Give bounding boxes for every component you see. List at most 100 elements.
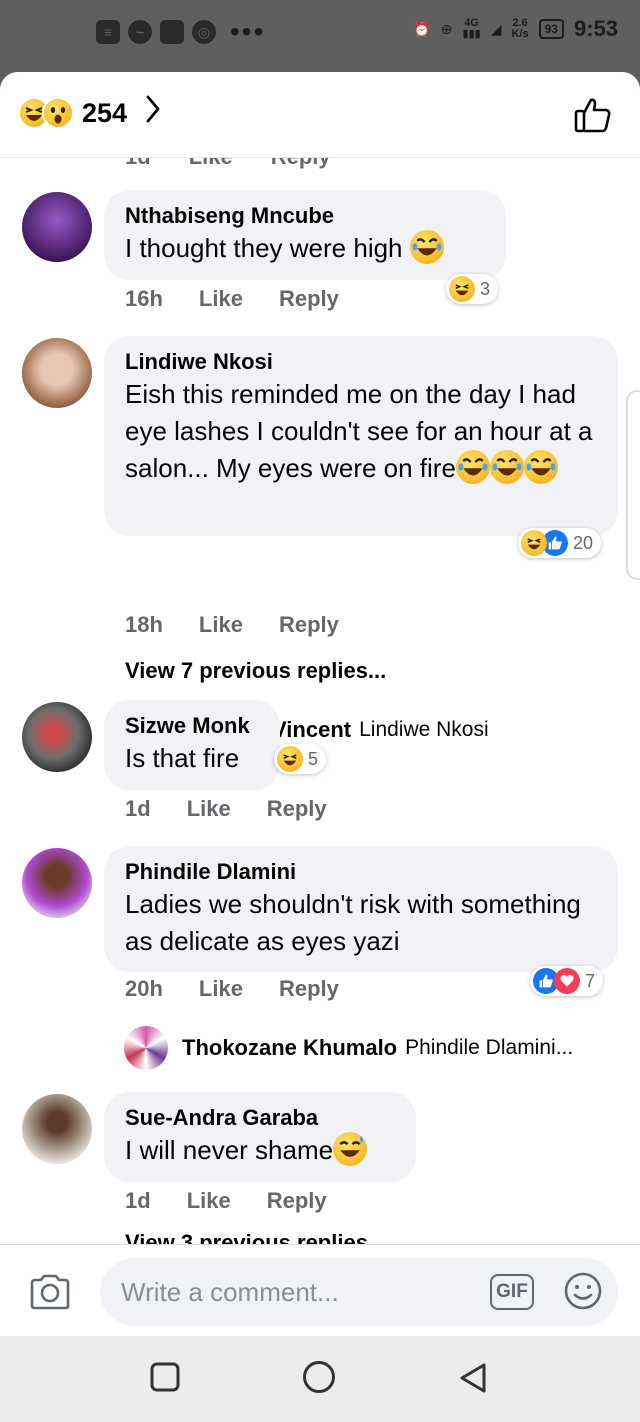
comment-bubble[interactable]: Nthabiseng Mncube I thought they were hi… bbox=[104, 190, 506, 280]
comment-bubble[interactable]: Sue-Andra Garaba I will never shame bbox=[104, 1092, 416, 1182]
thumbs-up-icon bbox=[574, 98, 611, 133]
comment-actions: 18h Like Reply bbox=[125, 612, 339, 638]
emoji-button[interactable] bbox=[563, 1271, 603, 1316]
reaction-badge-count: 20 bbox=[573, 532, 594, 553]
reply-button[interactable]: Reply bbox=[279, 612, 339, 638]
comment-bubble[interactable]: Sizwe Monk Is that fire bbox=[104, 700, 280, 790]
battery-level: 93 bbox=[538, 19, 564, 39]
back-triangle-icon bbox=[460, 1363, 486, 1393]
reply-button[interactable]: Reply bbox=[279, 976, 339, 1002]
like-post-button[interactable] bbox=[574, 96, 612, 139]
love-reaction-icon bbox=[554, 968, 580, 994]
smiley-icon bbox=[564, 1272, 602, 1310]
alarm-icon: ⏰ bbox=[413, 20, 431, 37]
avatar[interactable] bbox=[22, 702, 92, 772]
comment-author[interactable]: Phindile Dlamini bbox=[125, 858, 598, 886]
comment-bubble[interactable]: Phindile Dlamini Ladies we shouldn't ris… bbox=[104, 846, 618, 972]
circle-nav-icon bbox=[303, 1361, 335, 1393]
system-status: ⏰ ⊕ 4G ▮▮▮ ◢ 2.6 K/s 93 9:53 bbox=[413, 16, 618, 42]
comment-time: 1d bbox=[125, 1188, 151, 1213]
message-notification-icon: ≡ bbox=[96, 20, 120, 44]
comment-time: 18h bbox=[125, 612, 163, 637]
comment-text: I will never shame bbox=[125, 1132, 396, 1169]
latest-reply-preview[interactable]: Thokozane Khumalo Phindile Dlamini... bbox=[124, 1026, 573, 1070]
scroll-indicator[interactable] bbox=[626, 390, 640, 580]
status-bar: ≡ ~ ◎ ••• ⏰ ⊕ 4G ▮▮▮ ◢ 2.6 K/s 93 9:53 bbox=[0, 0, 640, 72]
comment-time: 16h bbox=[125, 286, 163, 311]
messenger-icon: ~ bbox=[128, 20, 152, 44]
view-previous-replies-link[interactable]: View 7 previous replies... bbox=[125, 658, 386, 684]
wifi-signal-icon: ◢ bbox=[490, 20, 502, 37]
reaction-badge[interactable]: 20 bbox=[518, 528, 602, 558]
like-button[interactable]: Like bbox=[187, 1188, 231, 1214]
like-button[interactable]: Like bbox=[199, 286, 243, 312]
comment-text: Eish this reminded me on the day I had e… bbox=[125, 376, 598, 487]
signal-strength: 4G ▮▮▮ bbox=[462, 17, 481, 40]
reaction-badge-count: 5 bbox=[308, 748, 319, 769]
reaction-count: 254 bbox=[82, 97, 128, 128]
reply-button[interactable]: Reply bbox=[267, 796, 327, 822]
android-navigation-bar bbox=[0, 1336, 640, 1422]
camera-icon bbox=[30, 1274, 70, 1310]
notification-icons: ≡ ~ ◎ ••• bbox=[96, 18, 265, 46]
tears-of-joy-emoji-icon bbox=[489, 450, 524, 484]
comment-actions: 20h Like Reply bbox=[125, 976, 339, 1002]
reaction-badge-count: 3 bbox=[480, 278, 491, 299]
reaction-badge[interactable]: 7 bbox=[530, 966, 604, 996]
laughing-emoji-icon bbox=[449, 276, 475, 302]
comment-input[interactable] bbox=[100, 1258, 618, 1326]
like-button[interactable]: Like bbox=[199, 612, 243, 638]
tears-of-joy-emoji-icon bbox=[523, 450, 558, 484]
avatar[interactable] bbox=[22, 848, 92, 918]
comment-text: I thought they were high bbox=[125, 230, 486, 267]
recents-button[interactable] bbox=[150, 1362, 180, 1397]
comments-sheet: 254 1d Like Reply Nthabiseng Mncube I th… bbox=[0, 72, 640, 1336]
reply-text: Lindiwe Nkosi bbox=[359, 718, 489, 741]
gif-button[interactable]: GIF bbox=[490, 1274, 534, 1310]
comment-author[interactable]: Sizwe Monk bbox=[125, 712, 260, 740]
network-speed: 2.6 K/s bbox=[511, 17, 529, 40]
camera-button[interactable] bbox=[28, 1273, 72, 1316]
comment-author[interactable]: Sue-Andra Garaba bbox=[125, 1104, 396, 1132]
grinning-sweat-emoji-icon bbox=[333, 1132, 368, 1166]
comment-bubble[interactable]: Lindiwe Nkosi Eish this reminded me on t… bbox=[104, 336, 618, 536]
tears-of-joy-emoji-icon bbox=[409, 230, 444, 264]
comment-text-content: I will never shame bbox=[125, 1135, 334, 1165]
like-button[interactable]: Like bbox=[199, 976, 243, 1002]
clock: 9:53 bbox=[573, 16, 618, 41]
app-notification-icon bbox=[160, 20, 184, 44]
comment-author[interactable]: Nthabiseng Mncube bbox=[125, 202, 486, 230]
avatar[interactable] bbox=[22, 1094, 92, 1164]
comment-time: 1d bbox=[125, 796, 151, 821]
like-button[interactable]: Like bbox=[187, 796, 231, 822]
comment-composer: GIF bbox=[0, 1244, 640, 1336]
wow-emoji-icon bbox=[42, 97, 74, 129]
reaction-badge-count: 7 bbox=[585, 970, 596, 991]
comment-text-content: I thought they were high bbox=[125, 233, 403, 263]
square-nav-icon bbox=[150, 1362, 180, 1392]
data-saver-icon: ⊕ bbox=[440, 20, 453, 37]
laughing-emoji-icon bbox=[277, 746, 303, 772]
comment-text: Is that fire bbox=[125, 743, 240, 773]
comment-actions: 1d Like Reply bbox=[125, 1188, 327, 1214]
reply-button[interactable]: Reply bbox=[279, 286, 339, 312]
chrome-icon: ◎ bbox=[192, 20, 216, 44]
comment-actions: 16h Like Reply bbox=[125, 286, 339, 312]
comment-text: Ladies we shouldn't risk with something … bbox=[125, 889, 581, 956]
comment-author[interactable]: Lindiwe Nkosi bbox=[125, 348, 598, 376]
comment-time: 20h bbox=[125, 976, 163, 1001]
avatar[interactable] bbox=[22, 192, 92, 262]
reactions-summary[interactable]: 254 bbox=[18, 94, 161, 132]
chevron-right-icon bbox=[145, 94, 161, 132]
reaction-badge[interactable]: 3 bbox=[446, 274, 499, 304]
back-button[interactable] bbox=[458, 1362, 488, 1399]
comments-header: 254 bbox=[0, 72, 640, 158]
home-button[interactable] bbox=[302, 1360, 336, 1399]
comment-actions: 1d Like Reply bbox=[125, 796, 327, 822]
laughing-emoji-icon bbox=[521, 530, 547, 556]
reply-button[interactable]: Reply bbox=[267, 1188, 327, 1214]
reaction-badge[interactable]: 5 bbox=[274, 744, 327, 774]
reply-avatar bbox=[124, 1026, 168, 1070]
avatar[interactable] bbox=[22, 338, 92, 408]
reply-author: Thokozane Khumalo bbox=[182, 1035, 398, 1060]
